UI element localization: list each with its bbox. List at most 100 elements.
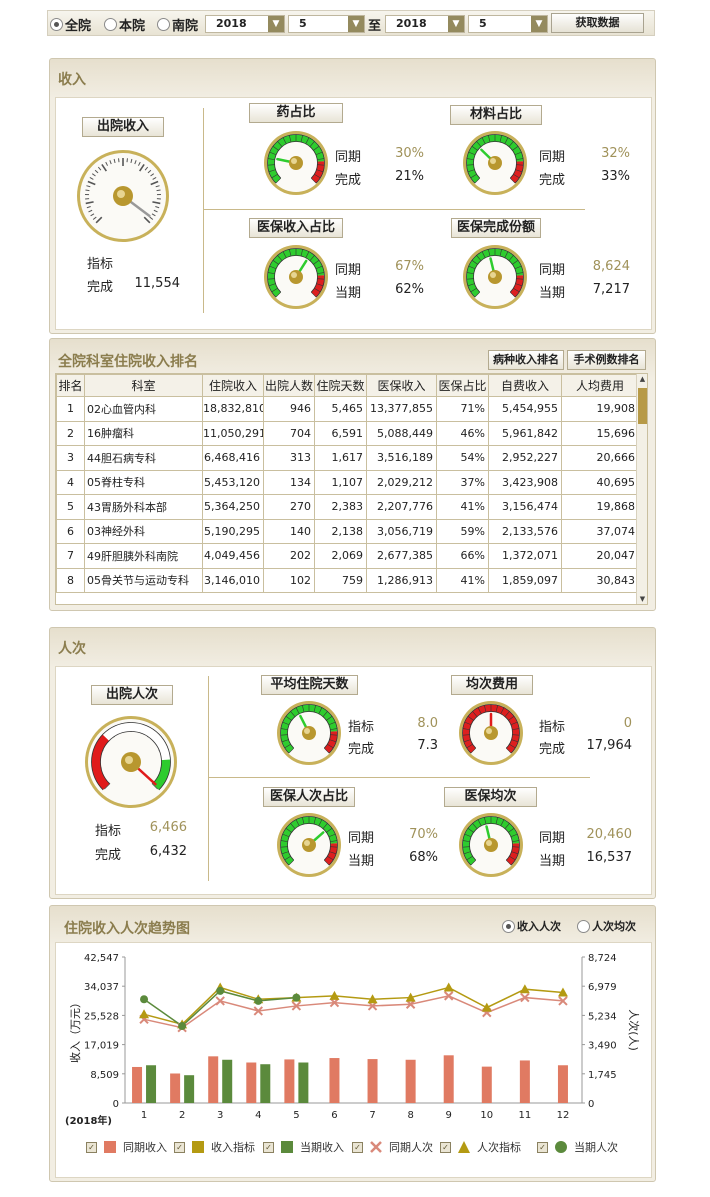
fetch-data-button[interactable]: 获取数据	[551, 13, 644, 33]
divider	[203, 108, 204, 313]
chevron-down-icon: ▼	[448, 16, 464, 32]
to-month-select[interactable]: 5 ▼	[468, 15, 548, 33]
checkbox-icon[interactable]: ✓	[174, 1141, 185, 1153]
discharge-visits-button[interactable]: 出院人次	[91, 685, 173, 705]
legend-income-target[interactable]: ✓ 收入指标	[174, 1139, 255, 1155]
y-axis-label: 收入（万元）	[68, 997, 82, 1063]
scroll-up-icon[interactable]: ▲	[637, 374, 647, 384]
chevron-down-icon: ▼	[531, 16, 547, 32]
y-right-tick-label: 0	[588, 1099, 594, 1110]
gauge-tick	[85, 189, 90, 192]
table-row[interactable]: 5 43胃肠外科本部 5,364,250 270 2,383 2,207,776 41% 3,…	[56, 494, 639, 520]
scope-radio-south[interactable]: 南院	[157, 16, 198, 34]
table-column-header[interactable]: 医保占比	[436, 374, 489, 397]
drug-ratio-button[interactable]: 药占比	[249, 103, 343, 123]
table-column-header[interactable]: 科室	[84, 374, 203, 397]
mode-radio-visits-avg[interactable]: 人次均次	[577, 918, 636, 934]
table-cell: 5,190,295	[202, 518, 264, 544]
checkbox-icon[interactable]: ✓	[537, 1141, 548, 1153]
table-row[interactable]: 8 05骨关节与运动专科 3,146,010 102 759 1,286,913 41% 1,…	[56, 567, 639, 593]
table-cell: 5	[56, 494, 85, 520]
cross-marker-icon	[370, 1141, 382, 1153]
table-row[interactable]: 6 03神经外科 5,190,295 140 2,138 3,056,719 59% 2,13…	[56, 518, 639, 544]
table-cell: 1,859,097	[488, 567, 562, 593]
table-cell: 03神经外科	[84, 518, 203, 544]
legend-prev-visits[interactable]: ✓ 同期人次	[352, 1139, 433, 1155]
legend-visits-target[interactable]: ✓ 人次指标	[440, 1139, 521, 1155]
table-cell: 59%	[436, 518, 489, 544]
table-row[interactable]: 2 16肿瘤科 11,050,291 704 6,591 5,088,449 46% 5,96…	[56, 420, 639, 446]
table-row[interactable]: 7 49肝胆胰外科南院 4,049,456 202 2,069 2,677,385 66% 1…	[56, 543, 639, 569]
table-column-header[interactable]: 医保收入	[366, 374, 437, 397]
table-cell: 3,156,474	[488, 494, 562, 520]
surgery-count-ranking-button[interactable]: 手术例数排名	[567, 350, 646, 370]
drug-ratio-gauge	[264, 131, 328, 195]
table-row[interactable]: 4 05脊柱专科 5,453,120 134 1,107 2,029,212 37% 3,42…	[56, 469, 639, 495]
insurance-visits-ratio-button[interactable]: 医保人次占比	[263, 787, 355, 807]
y-tick-label: 0	[113, 1099, 119, 1110]
checkbox-icon[interactable]: ✓	[352, 1141, 363, 1153]
table-column-header[interactable]: 出院人数	[263, 374, 315, 397]
avg-stay-days-button[interactable]: 平均住院天数	[261, 675, 358, 695]
table-column-header[interactable]: 住院收入	[202, 374, 264, 397]
table-row[interactable]: 1 02心血管内科 18,832,810 946 5,465 13,377,855 71% 5…	[56, 396, 639, 422]
radio-icon	[50, 17, 63, 31]
table-cell: 1,617	[314, 445, 367, 471]
table-column-header[interactable]: 住院天数	[314, 374, 367, 397]
bar-prev-income	[208, 1056, 219, 1103]
insurance-visits-ratio-gauge	[277, 813, 341, 877]
legend-cur-visits[interactable]: ✓ 当期人次	[537, 1139, 618, 1155]
scroll-down-icon[interactable]: ▼	[637, 594, 647, 604]
bar-prev-income	[405, 1059, 416, 1103]
table-column-header[interactable]: 人均费用	[561, 374, 639, 397]
material-ratio-button[interactable]: 材料占比	[450, 105, 542, 125]
insurance-avg-button[interactable]: 医保均次	[444, 787, 537, 807]
table-cell: 2,133,576	[488, 518, 562, 544]
disease-income-ranking-button[interactable]: 病种收入排名	[488, 350, 564, 370]
table-cell: 37%	[436, 469, 489, 495]
gauge-hub-highlight	[117, 190, 125, 198]
x-tick-label: 10	[480, 1110, 493, 1121]
x-tick-label: 5	[293, 1110, 299, 1121]
checkbox-icon[interactable]: ✓	[86, 1141, 97, 1153]
checkbox-icon[interactable]: ✓	[440, 1141, 451, 1153]
table-cell: 4	[56, 469, 85, 495]
legend-cur-income[interactable]: ✓ 当期收入	[263, 1139, 344, 1155]
insurance-quota-button[interactable]: 医保完成份额	[451, 218, 541, 238]
table-cell: 2,138	[314, 518, 367, 544]
bar-swatch-icon	[281, 1141, 293, 1153]
trend-title: 住院收入人次趋势图	[64, 921, 190, 937]
gauge-hub-highlight	[490, 158, 496, 164]
divider	[208, 676, 209, 881]
from-month-select[interactable]: 5 ▼	[288, 15, 365, 33]
checkbox-icon[interactable]: ✓	[263, 1141, 274, 1153]
from-year-select[interactable]: 2018 ▼	[205, 15, 285, 33]
table-scrollbar[interactable]: ▲ ▼	[636, 374, 647, 604]
mode-radio-income-visits[interactable]: 收入人次	[502, 918, 561, 934]
radio-icon	[502, 919, 515, 933]
table-column-header[interactable]: 自费收入	[488, 374, 562, 397]
bar-prev-income	[132, 1066, 143, 1103]
table-row[interactable]: 3 44胆石病专科 6,468,416 313 1,617 3,516,189 54% 2,9…	[56, 445, 639, 471]
table-cell: 41%	[436, 494, 489, 520]
to-year-select[interactable]: 2018 ▼	[385, 15, 465, 33]
bar-prev-income	[170, 1073, 181, 1103]
table-cell: 704	[263, 420, 315, 446]
gauge-hub-highlight	[125, 756, 133, 764]
point-visits-target	[519, 984, 530, 994]
discharge-income-button[interactable]: 出院收入	[82, 117, 164, 137]
legend-prev-income[interactable]: ✓ 同期收入	[86, 1139, 167, 1155]
x-tick-label: 12	[557, 1110, 570, 1121]
to-label: 至	[368, 19, 382, 34]
ranking-table: 排名 科室 住院收入 出院人数 住院天数 医保收入 医保占比 自费收入 人均费用 1 02心血管内…	[55, 373, 648, 605]
insurance-income-ratio-button[interactable]: 医保收入占比	[249, 218, 343, 238]
scope-radio-main[interactable]: 本院	[104, 16, 145, 34]
y-tick-label: 25,528	[84, 1011, 119, 1022]
scope-radio-all[interactable]: 全院	[50, 16, 91, 34]
scroll-thumb[interactable]	[638, 388, 647, 424]
table-column-header[interactable]: 排名	[56, 374, 85, 397]
gauge-tick	[156, 189, 161, 192]
point-visits-target	[443, 982, 454, 992]
table-cell: 2,677,385	[366, 543, 437, 569]
avg-cost-button[interactable]: 均次费用	[451, 675, 533, 695]
